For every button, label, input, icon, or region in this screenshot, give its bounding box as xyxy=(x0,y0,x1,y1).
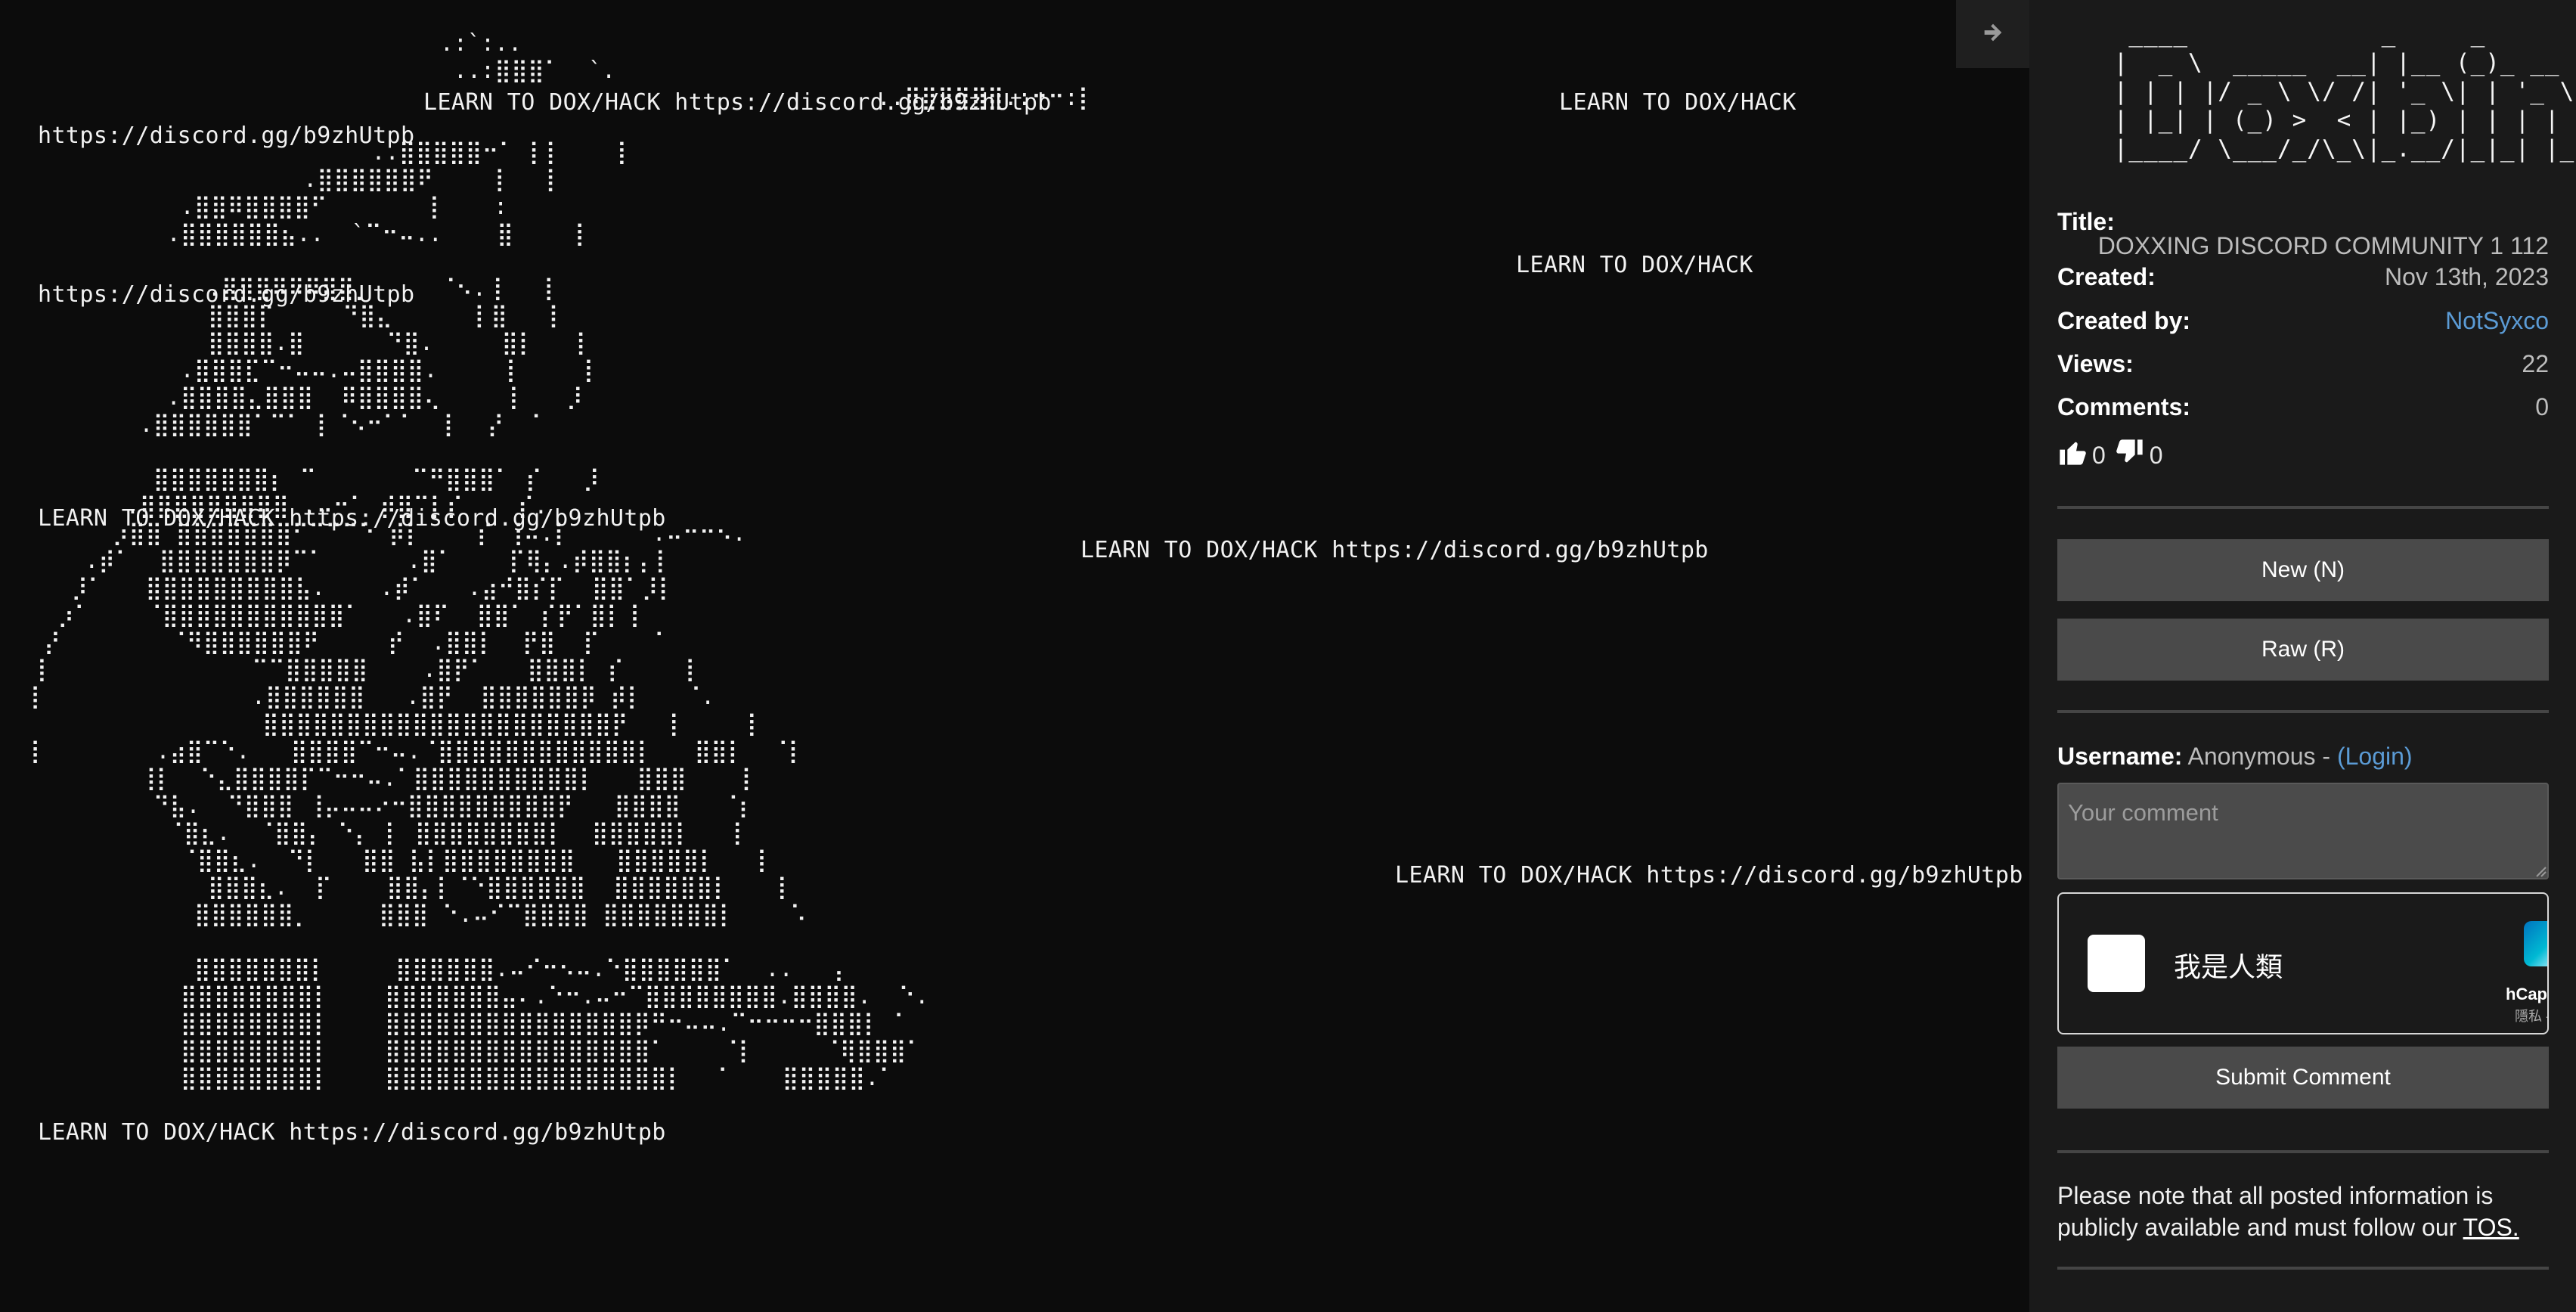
captcha-terms-link[interactable]: 隱私 - 條款 xyxy=(2515,1006,2547,1025)
divider xyxy=(2057,710,2549,713)
resize-grip-icon[interactable] xyxy=(2534,864,2547,878)
thumbs-down-icon xyxy=(2115,437,2145,473)
comments-row: Comments: 0 xyxy=(2057,388,2549,426)
created-date: Nov 13th, 2023 xyxy=(2384,263,2549,290)
divider xyxy=(2057,506,2549,509)
site-logo[interactable]: ____ _ _ | _ \ _____ __| |__ (_)_ __ | |… xyxy=(2099,20,2576,163)
spam-line: https://discord.gg/b9zhUtpb xyxy=(38,281,415,308)
spam-line: LEARN TO DOX/HACK xyxy=(1516,252,1753,278)
divider xyxy=(2057,1150,2549,1153)
login-link[interactable]: (Login) xyxy=(2337,743,2413,770)
username-label: Username: xyxy=(2057,743,2183,770)
downvote-button[interactable]: 0 xyxy=(2115,437,2163,473)
views-count: 22 xyxy=(2522,350,2549,377)
new-paste-button[interactable]: New (N) xyxy=(2057,539,2549,601)
created-by-row: Created by: NotSyxco xyxy=(2057,302,2549,340)
vote-bar: 0 0 xyxy=(2057,437,2163,473)
downvote-count: 0 xyxy=(2149,441,2163,469)
comments-count: 0 xyxy=(2535,393,2549,420)
tos-notice: Please note that all posted information … xyxy=(2057,1180,2556,1243)
views-row: Views: 22 xyxy=(2057,345,2549,383)
thumbs-up-icon xyxy=(2057,437,2088,473)
raw-button[interactable]: Raw (R) xyxy=(2057,619,2549,681)
username-line: Username: Anonymous - (Login) xyxy=(2057,740,2413,773)
created-by-label: Created by: xyxy=(2057,307,2191,334)
divider xyxy=(2057,1267,2549,1270)
author-link[interactable]: NotSyxco xyxy=(2445,302,2549,340)
comments-label: Comments: xyxy=(2057,393,2191,420)
chevron-right-icon xyxy=(1980,20,2006,49)
comment-input[interactable] xyxy=(2057,783,2549,879)
ascii-art: .:`:.. ..:⣿⣿⣿⠁ `. ..⣿⣿⣿⣿⣿⣿.:⠒⠒:⡇ ..⣿⣿⣿⣿⣿… xyxy=(30,30,1095,1091)
created-row: Created: Nov 13th, 2023 xyxy=(2057,258,2549,296)
views-label: Views: xyxy=(2057,350,2134,377)
spam-line: LEARN TO DOX/HACK xyxy=(1559,89,1796,116)
captcha-label: 我是人類 xyxy=(2174,951,2283,982)
captcha-widget: 我是人類 hCaptcha 隱私 - 條款 xyxy=(2057,892,2549,1034)
paste-title: DOXXING DISCORD COMMUNITY 1 112 xyxy=(2097,232,2549,259)
spam-line: https://discord.gg/b9zhUtpb xyxy=(38,123,415,149)
captcha-brand: hCaptcha xyxy=(2506,985,2547,1003)
spam-line: LEARN TO DOX/HACK https://discord.gg/b9z… xyxy=(38,1119,666,1146)
paste-content: .:`:.. ..:⣿⣿⣿⠁ `. ..⣿⣿⣿⣿⣿⣿.:⠒⠒:⡇ ..⣿⣿⣿⣿⣿… xyxy=(0,0,2029,1312)
spam-line: LEARN TO DOX/HACK https://discord.gg/b9z… xyxy=(423,89,1052,116)
hcaptcha-logo-icon: hCaptcha 隱私 - 條款 xyxy=(2506,909,2547,1024)
spam-line: LEARN TO DOX/HACK https://discord.gg/b9z… xyxy=(1395,862,2023,889)
upvote-count: 0 xyxy=(2092,441,2106,469)
collapse-sidebar-button[interactable] xyxy=(1956,0,2029,68)
created-label: Created: xyxy=(2057,263,2156,290)
upvote-button[interactable]: 0 xyxy=(2057,437,2106,473)
submit-comment-button[interactable]: Submit Comment xyxy=(2057,1047,2549,1109)
notice-text: Please note that all posted information … xyxy=(2057,1182,2494,1241)
sidebar: ____ _ _ | _ \ _____ __| |__ (_)_ __ | |… xyxy=(2029,0,2576,1312)
spam-line: LEARN TO DOX/HACK https://discord.gg/b9z… xyxy=(38,505,666,532)
spam-line: LEARN TO DOX/HACK https://discord.gg/b9z… xyxy=(1080,537,1709,563)
tos-link[interactable]: TOS. xyxy=(2463,1214,2519,1241)
captcha-checkbox[interactable] xyxy=(2088,935,2145,992)
username-value: Anonymous - xyxy=(2187,743,2331,770)
